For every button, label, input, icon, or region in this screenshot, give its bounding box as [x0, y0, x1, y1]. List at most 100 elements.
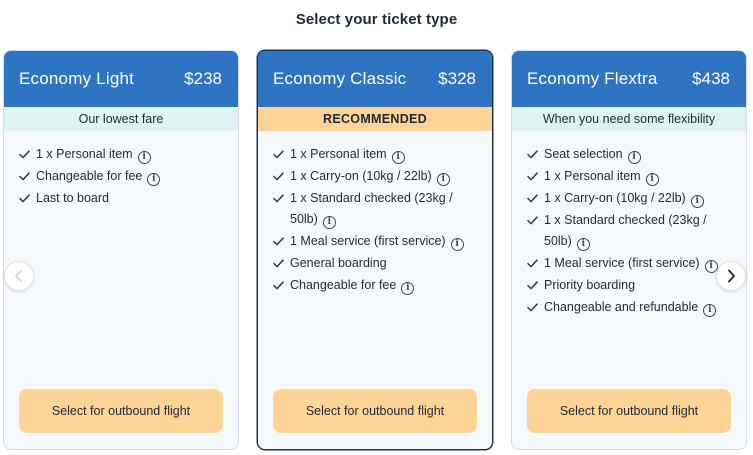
fare-price: $328 [438, 69, 476, 88]
feature-label: 1 x Standard checked (23kg / 50lb) [290, 191, 453, 226]
feature-label: 1 Meal service (first service) [544, 256, 700, 270]
feature-item: Seat selection i [527, 144, 734, 165]
fare-card-economy-classic[interactable]: Economy Classic $328 RECOMMENDED 1 x Per… [257, 50, 493, 450]
feature-label: 1 x Carry-on (10kg / 22lb) [544, 191, 686, 205]
feature-label: 1 x Personal item [544, 169, 641, 183]
feature-text-wrap: Last to board [36, 188, 226, 209]
feature-text-wrap: Changeable and refundable i [544, 297, 734, 318]
check-icon [273, 275, 287, 296]
fare-badge: Our lowest fare [4, 107, 238, 131]
check-icon [527, 297, 541, 318]
fare-card-economy-flextra[interactable]: Economy Flextra $438 When you need some … [511, 50, 747, 450]
fare-card-header: Economy Flextra $438 [512, 51, 746, 107]
info-icon[interactable]: i [322, 216, 336, 229]
feature-list: Seat selection i 1 x Personal item i 1 x Car… [512, 131, 746, 318]
feature-item: 1 x Carry-on (10kg / 22lb) i [527, 188, 734, 209]
feature-list: 1 x Personal item i 1 x Carry-on (10kg / 2… [258, 131, 492, 296]
feature-label: 1 x Personal item [36, 147, 133, 161]
carousel-prev-button[interactable] [4, 261, 34, 291]
check-icon [273, 144, 287, 165]
feature-text-wrap: 1 x Standard checked (23kg / 50lb) i [290, 188, 480, 230]
feature-label: General boarding [290, 256, 387, 270]
feature-text-wrap: 1 x Carry-on (10kg / 22lb) i [290, 166, 480, 187]
check-icon [527, 166, 541, 187]
info-icon[interactable]: i [436, 173, 450, 186]
feature-item: Changeable for fee i [19, 166, 226, 187]
feature-text-wrap: General boarding [290, 253, 480, 274]
fare-price: $438 [692, 69, 730, 88]
feature-item: General boarding [273, 253, 480, 274]
check-icon [19, 144, 33, 165]
check-icon [527, 188, 541, 209]
feature-item: 1 x Personal item i [273, 144, 480, 165]
check-icon [273, 231, 287, 252]
feature-text-wrap: Changeable for fee i [36, 166, 226, 187]
check-icon [273, 253, 287, 274]
info-icon[interactable]: i [703, 304, 717, 317]
fare-card-header: Economy Classic $328 [258, 51, 492, 107]
fare-card-header: Economy Light $238 [4, 51, 238, 107]
fare-card-economy-light[interactable]: Economy Light $238 Our lowest fare 1 x P… [3, 50, 239, 450]
feature-text-wrap: 1 Meal service (first service) i [290, 231, 480, 252]
fare-cards: Economy Light $238 Our lowest fare 1 x P… [0, 50, 753, 455]
feature-item: Changeable and refundable i [527, 297, 734, 318]
feature-label: Changeable for fee [290, 278, 397, 292]
fare-name: Economy Light [19, 69, 135, 88]
feature-text-wrap: Priority boarding [544, 275, 734, 296]
recommended-badge: RECOMMENDED [258, 107, 492, 131]
feature-label: Priority boarding [544, 278, 636, 292]
feature-item: 1 x Carry-on (10kg / 22lb) i [273, 166, 480, 187]
feature-label: 1 x Standard checked (23kg / 50lb) [544, 213, 707, 248]
feature-label: Changeable and refundable [544, 300, 699, 314]
feature-label: Last to board [36, 191, 109, 205]
carousel-next-button[interactable] [716, 261, 746, 291]
check-icon [527, 144, 541, 165]
feature-label: 1 x Carry-on (10kg / 22lb) [290, 169, 432, 183]
feature-text-wrap: 1 x Personal item i [544, 166, 734, 187]
check-icon [527, 253, 541, 274]
feature-text-wrap: Seat selection i [544, 144, 734, 165]
fare-price: $238 [184, 69, 222, 88]
info-icon[interactable]: i [147, 173, 161, 186]
select-outbound-button[interactable]: Select for outbound flight [19, 389, 223, 433]
feature-text-wrap: 1 x Personal item i [290, 144, 480, 165]
feature-label: 1 Meal service (first service) [290, 234, 446, 248]
feature-item: 1 x Personal item i [19, 144, 226, 165]
select-outbound-button[interactable]: Select for outbound flight [527, 389, 731, 433]
feature-item: Priority boarding [527, 275, 734, 296]
info-icon[interactable]: i [690, 195, 704, 208]
info-icon[interactable]: i [401, 282, 415, 295]
feature-item: Changeable for fee i [273, 275, 480, 296]
feature-text-wrap: Changeable for fee i [290, 275, 480, 296]
check-icon [273, 188, 287, 209]
feature-label: Seat selection [544, 147, 623, 161]
check-icon [527, 275, 541, 296]
feature-text-wrap: 1 x Carry-on (10kg / 22lb) i [544, 188, 734, 209]
info-icon[interactable]: i [645, 173, 659, 186]
fare-name: Economy Classic [273, 69, 407, 88]
feature-item: Last to board [19, 188, 226, 209]
info-icon[interactable]: i [137, 151, 151, 164]
info-icon[interactable]: i [627, 151, 641, 164]
feature-list: 1 x Personal item i Changeable for fee i Las… [4, 131, 238, 209]
check-icon [19, 188, 33, 209]
fare-badge: When you need some flexibility [512, 107, 746, 131]
feature-text-wrap: 1 Meal service (first service) i [544, 253, 734, 274]
check-icon [527, 210, 541, 231]
feature-item: 1 x Personal item i [527, 166, 734, 187]
select-outbound-button[interactable]: Select for outbound flight [273, 389, 477, 433]
info-icon[interactable]: i [391, 151, 405, 164]
info-icon[interactable]: i [450, 238, 464, 251]
info-icon[interactable]: i [576, 238, 590, 251]
fare-name: Economy Flextra [527, 69, 658, 88]
chevron-right-icon [728, 269, 735, 283]
feature-text-wrap: 1 x Standard checked (23kg / 50lb) i [544, 210, 734, 252]
feature-text-wrap: 1 x Personal item i [36, 144, 226, 165]
check-icon [273, 166, 287, 187]
feature-item: 1 x Standard checked (23kg / 50lb) i [273, 188, 480, 230]
chevron-left-icon [15, 269, 22, 283]
feature-item: 1 x Standard checked (23kg / 50lb) i [527, 210, 734, 252]
page-title: Select your ticket type [295, 11, 458, 28]
feature-item: 1 Meal service (first service) i [273, 231, 480, 252]
feature-item: 1 Meal service (first service) i [527, 253, 734, 274]
